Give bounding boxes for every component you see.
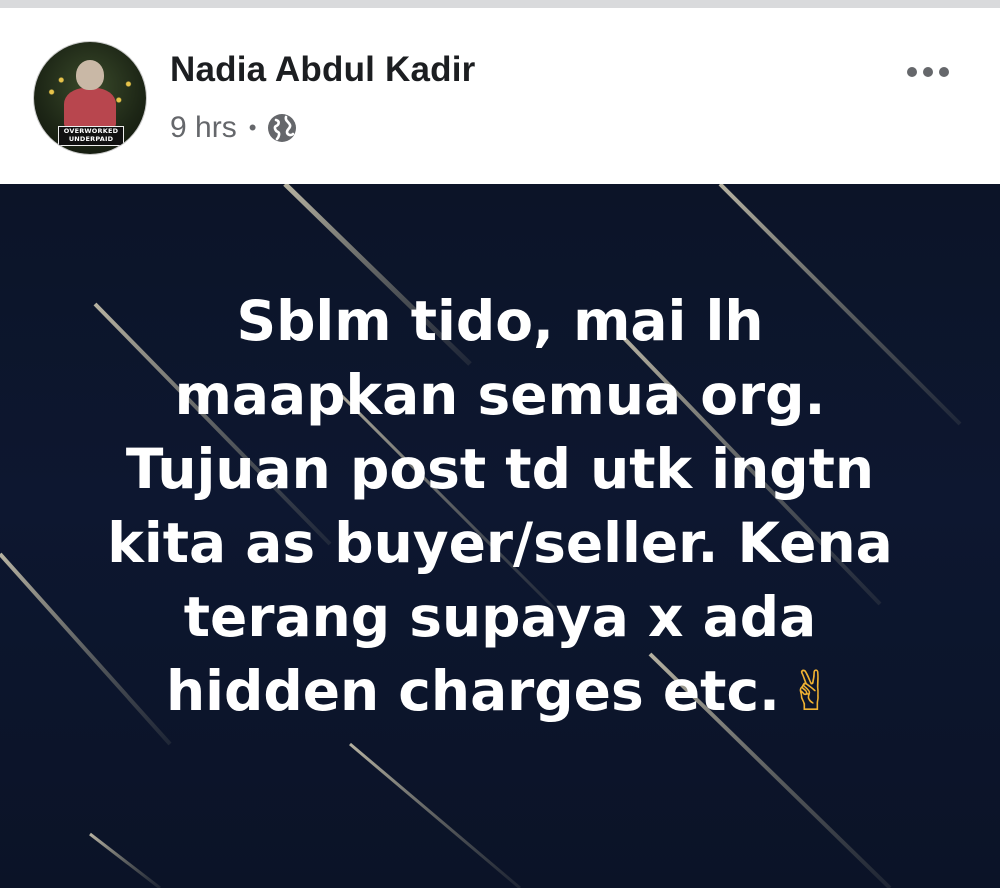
avatar-banner: OVERWORKED UNDERPAID [58, 126, 124, 146]
post-text-line: Sblm tido, mai lh [236, 289, 764, 353]
facebook-post-screenshot: OVERWORKED UNDERPAID Nadia Abdul Kadir 9… [0, 0, 1000, 888]
more-options-icon [939, 67, 949, 77]
post-timestamp[interactable]: 9 hrs [170, 111, 237, 145]
post-text-line: kita as buyer/seller. Kena [107, 511, 893, 575]
post-text-line-last: hidden charges etc. ✌ [50, 654, 950, 728]
post-header: OVERWORKED UNDERPAID Nadia Abdul Kadir 9… [0, 8, 1000, 184]
author-avatar[interactable]: OVERWORKED UNDERPAID [34, 42, 146, 154]
avatar-person-head [76, 60, 104, 90]
more-options-icon [923, 67, 933, 77]
avatar-banner-line2: UNDERPAID [68, 135, 114, 143]
post-meta: 9 hrs • [170, 108, 298, 148]
more-options-button[interactable] [898, 54, 958, 90]
post-text-line: Tujuan post td utk ingtn [125, 437, 875, 501]
meta-separator: • [248, 115, 257, 140]
top-divider [0, 0, 1000, 8]
globe-icon[interactable] [266, 112, 298, 144]
post-text-background[interactable]: Sblm tido, mai lh maapkan semua org. Tuj… [0, 184, 1000, 888]
post-body-text: Sblm tido, mai lh maapkan semua org. Tuj… [50, 284, 950, 728]
post-text-line: maapkan semua org. [174, 363, 826, 427]
post-text-line: terang supaya x ada [183, 585, 817, 649]
victory-hand-icon: ✌ [787, 659, 835, 723]
post-text-line: hidden charges etc. [165, 659, 780, 723]
avatar-person-body [64, 88, 116, 128]
author-name[interactable]: Nadia Abdul Kadir [170, 50, 475, 90]
more-options-icon [907, 67, 917, 77]
avatar-banner-line1: OVERWORKED [63, 127, 119, 135]
